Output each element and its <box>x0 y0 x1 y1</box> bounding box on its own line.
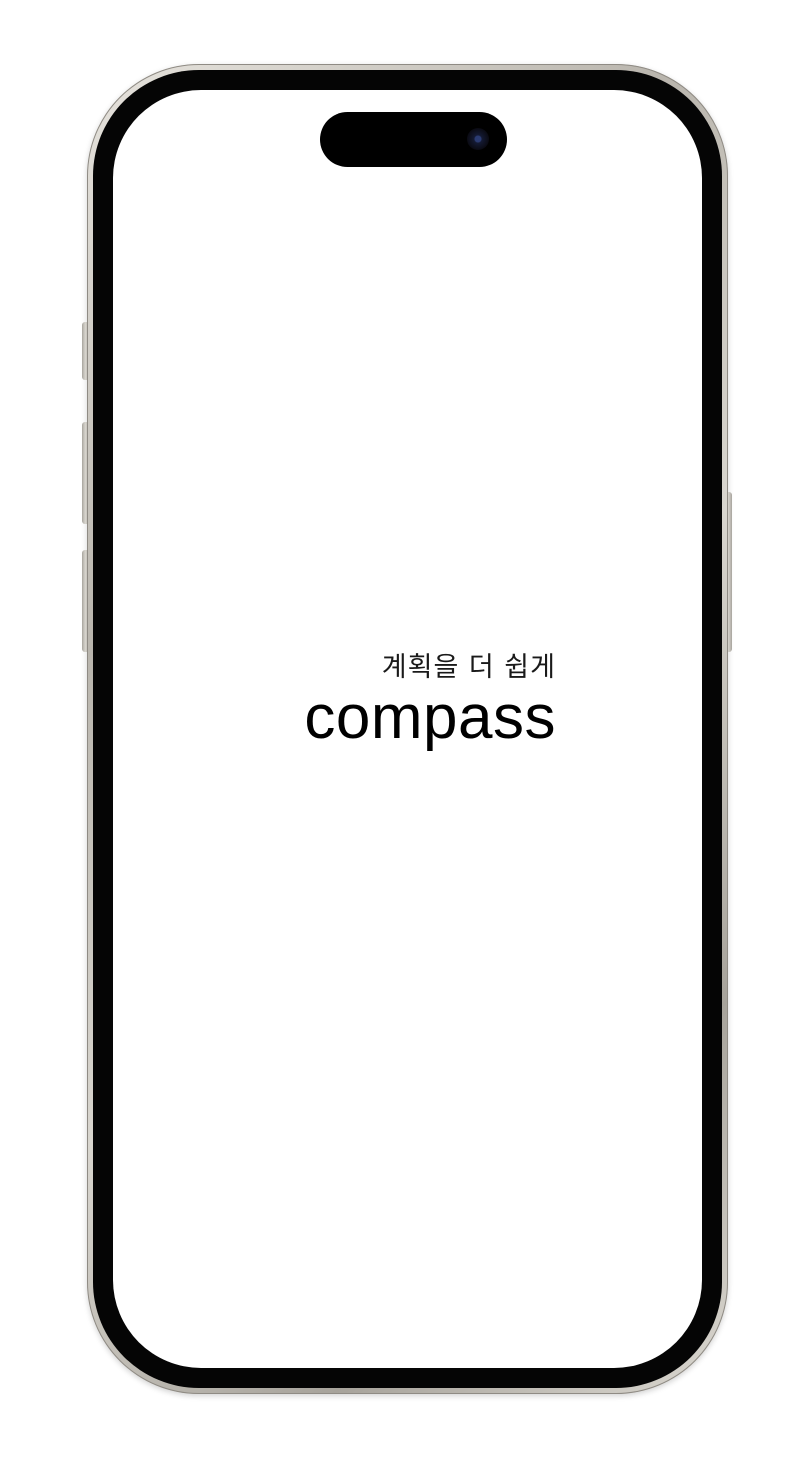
device-mockup: 계획을 더 쉽게 compass <box>0 0 802 1479</box>
phone-frame: 계획을 더 쉽게 compass <box>87 64 728 1394</box>
phone-bezel: 계획을 더 쉽게 compass <box>93 70 722 1388</box>
splash-screen: 계획을 더 쉽게 compass <box>113 90 702 1368</box>
app-screen: 계획을 더 쉽게 compass <box>113 90 702 1368</box>
app-logo-wordmark: compass <box>304 683 556 752</box>
